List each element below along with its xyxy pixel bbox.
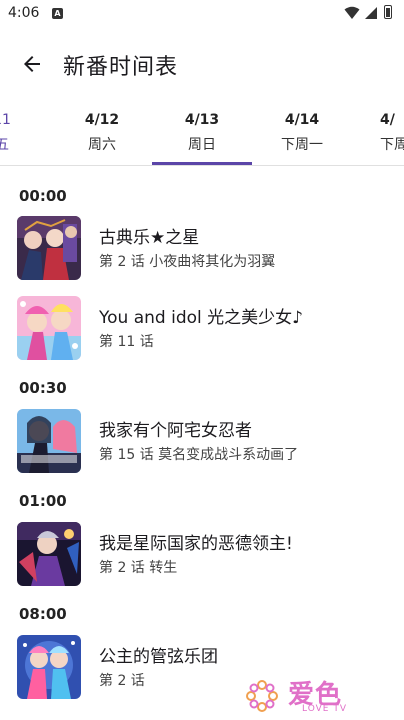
flower-logo-icon (246, 680, 278, 712)
time-header: 00:00 (19, 187, 67, 205)
cover-thumbnail (17, 635, 81, 699)
tab-date: 4/14 (284, 112, 320, 128)
episode-info: 第 11 话 (99, 334, 154, 350)
cover-thumbnail (17, 216, 81, 280)
watermark: 爱色 LOVE TV (244, 674, 364, 718)
signal-icon (365, 7, 377, 19)
episode-info: 第 2 话 小夜曲将其化为羽翼 (99, 254, 276, 270)
tab-date: 11 (0, 112, 11, 128)
cover-thumbnail (17, 522, 81, 586)
selected-tab-indicator (152, 162, 252, 165)
page-title: 新番时间表 (63, 55, 179, 80)
time-header: 01:00 (19, 492, 67, 510)
list-item[interactable]: 我家有个阿宅女忍者 第 15 话 莫名变成战斗系动画了 (0, 406, 404, 478)
date-tabs: 11 五 4/12 周六 4/13 周日 4/14 下周一 4/ 下周 (0, 100, 404, 166)
notification-icon: A (52, 8, 63, 19)
anime-title: 我家有个阿宅女忍者 (99, 421, 252, 441)
cover-thumbnail (17, 296, 81, 360)
episode-info: 第 2 话 转生 (99, 560, 178, 576)
time-header: 08:00 (19, 605, 67, 623)
tab-date: 4/12 (84, 112, 120, 128)
cover-thumbnail (17, 409, 81, 473)
tab-day-4-12[interactable]: 4/12 周六 (52, 112, 152, 154)
tab-date: 4/ (380, 112, 395, 128)
anime-title: You and idol 光之美少女♪ (99, 308, 303, 328)
arrow-back-icon (24, 56, 40, 72)
status-time: 4:06 (8, 5, 40, 21)
watermark-subtitle: LOVE TV (302, 704, 347, 714)
schedule-list[interactable]: 00:00 古典乐★之星 第 2 话 小夜曲将其化为羽翼 You and ido… (0, 166, 404, 720)
list-item[interactable]: You and idol 光之美少女♪ 第 11 话 (0, 293, 404, 365)
wifi-icon (344, 6, 360, 19)
list-item[interactable]: 古典乐★之星 第 2 话 小夜曲将其化为羽翼 (0, 213, 404, 285)
tab-weekday: 下周一 (281, 137, 323, 153)
tab-day-next[interactable]: 4/ 下周 (352, 112, 404, 154)
tab-day-11[interactable]: 11 五 (0, 112, 52, 154)
tab-weekday: 周六 (88, 137, 116, 153)
tab-date: 4/13 (184, 112, 220, 128)
tab-day-4-14[interactable]: 4/14 下周一 (252, 112, 352, 154)
time-header: 00:30 (19, 379, 67, 397)
tab-day-4-13[interactable]: 4/13 周日 (152, 112, 252, 154)
tab-weekday: 五 (0, 134, 52, 154)
anime-title: 公主的管弦乐团 (99, 647, 218, 667)
app-bar: 新番时间表 (0, 28, 404, 100)
episode-info: 第 15 话 莫名变成战斗系动画了 (99, 447, 299, 463)
battery-icon (384, 5, 392, 19)
tab-weekday: 下周 (380, 137, 404, 153)
anime-title: 我是星际国家的恶德领主! (99, 534, 293, 554)
back-button[interactable] (12, 44, 52, 84)
tab-weekday: 周日 (188, 137, 216, 153)
episode-info: 第 2 话 (99, 673, 145, 689)
status-bar: 4:06 A (0, 0, 404, 28)
list-item[interactable]: 我是星际国家的恶德领主! 第 2 话 转生 (0, 519, 404, 591)
anime-title: 古典乐★之星 (99, 228, 200, 248)
